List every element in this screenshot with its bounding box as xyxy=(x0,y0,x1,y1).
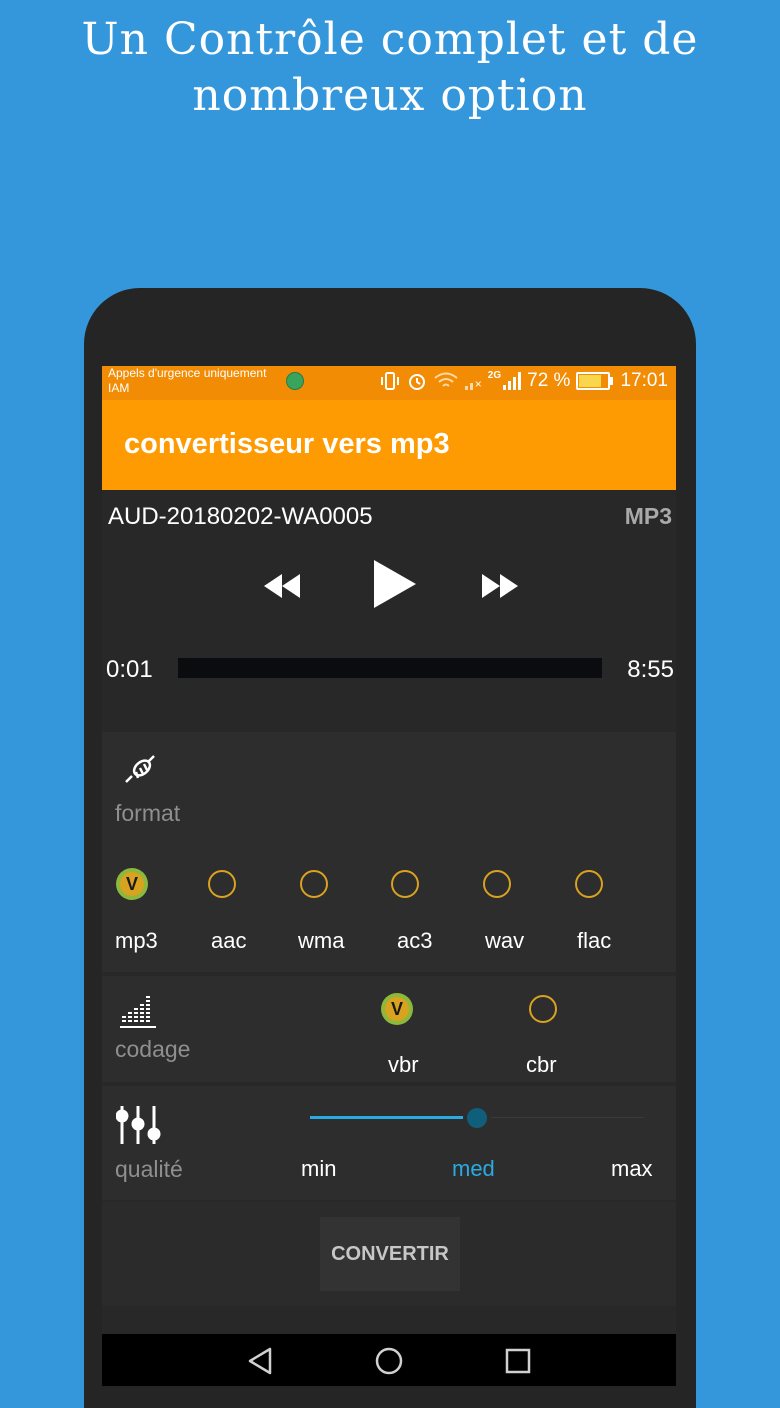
label-wma: wma xyxy=(298,928,345,953)
radio-mp3[interactable]: V xyxy=(116,868,148,900)
quality-max-label[interactable]: max xyxy=(611,1156,653,1182)
label-ac3: ac3 xyxy=(397,928,433,953)
radio-vbr[interactable]: V xyxy=(381,993,413,1025)
label-aac: aac xyxy=(211,928,247,953)
recents-icon[interactable] xyxy=(504,1347,532,1375)
vibrate-icon xyxy=(380,372,399,390)
carrier-info: Appels d'urgence uniquement IAM xyxy=(108,366,266,396)
slider-thumb[interactable] xyxy=(467,1108,487,1128)
radio-flac[interactable] xyxy=(575,870,603,898)
total-time: 8:55 xyxy=(627,656,674,683)
home-icon[interactable] xyxy=(374,1346,404,1376)
signal-icon xyxy=(503,372,522,390)
trumpet-icon xyxy=(125,755,155,783)
label-vbr: vbr xyxy=(388,1052,419,1077)
qualite-label: qualité xyxy=(115,1156,183,1182)
current-time: 0:01 xyxy=(106,656,153,683)
play-button[interactable] xyxy=(370,556,418,612)
network-type: 2G xyxy=(487,370,502,381)
label-flac: flac xyxy=(577,928,612,953)
check-mark: V xyxy=(390,998,403,1019)
slider-track-active xyxy=(310,1116,463,1119)
carrier-line-1: Appels d'urgence uniquement xyxy=(108,366,267,380)
radio-cbr[interactable] xyxy=(529,995,557,1023)
slider-track-inactive xyxy=(491,1117,644,1118)
globe-icon xyxy=(286,372,304,390)
equalizer-bars-icon xyxy=(120,996,156,1028)
rewind-button[interactable] xyxy=(262,568,302,604)
signal-off-icon: × xyxy=(464,372,482,390)
radio-wma[interactable] xyxy=(300,870,328,898)
wifi-icon xyxy=(434,372,458,387)
sliders-icon xyxy=(116,1106,161,1144)
status-bar: Appels d'urgence uniquement IAM × 2G 72 … xyxy=(102,366,676,400)
format-section: format V mp3 aac wma ac3 wav flac xyxy=(102,732,676,972)
carrier-line-2: IAM xyxy=(108,381,130,395)
battery-icon xyxy=(576,372,614,390)
radio-ac3[interactable] xyxy=(391,870,419,898)
seek-bar[interactable] xyxy=(178,658,602,678)
file-name: AUD-20180202-WA0005 xyxy=(108,503,373,530)
playback-controls xyxy=(102,556,676,616)
fast-forward-button[interactable] xyxy=(480,568,520,604)
radio-aac[interactable] xyxy=(208,870,236,898)
radio-wav[interactable] xyxy=(483,870,511,898)
phone-screen: Appels d'urgence uniquement IAM × 2G 72 … xyxy=(102,366,676,1386)
battery-percent: 72 % xyxy=(527,370,571,391)
quality-med-label[interactable]: med xyxy=(452,1156,495,1182)
promo-headline: Un Contrôle complet et de nombreux optio… xyxy=(0,12,780,124)
format-label: format xyxy=(115,800,181,826)
label-cbr: cbr xyxy=(526,1052,557,1077)
quality-slider[interactable] xyxy=(310,1106,644,1130)
label-mp3: mp3 xyxy=(115,928,158,953)
output-format-badge: MP3 xyxy=(624,503,672,529)
codage-label: codage xyxy=(115,1036,191,1062)
quality-min-label[interactable]: min xyxy=(301,1156,336,1182)
navigation-bar xyxy=(102,1334,676,1386)
qualite-section: qualité min med max xyxy=(102,1086,676,1200)
headline-line-2: nombreux option xyxy=(192,70,588,121)
back-icon[interactable] xyxy=(246,1346,274,1376)
status-icons: × 2G 72 % 17:01 xyxy=(379,370,668,392)
battery-fill xyxy=(579,375,602,387)
convert-button[interactable]: CONVERTIR xyxy=(320,1217,460,1291)
app-title: convertisseur vers mp3 xyxy=(124,428,450,460)
app-bar: convertisseur vers mp3 xyxy=(102,400,676,490)
alarm-icon xyxy=(408,374,425,390)
label-wav: wav xyxy=(485,928,525,953)
clock: 17:01 xyxy=(620,370,668,391)
codage-section: codage V vbr cbr xyxy=(102,976,676,1082)
check-mark: V xyxy=(125,873,138,894)
headline-line-1: Un Contrôle complet et de xyxy=(81,14,699,65)
